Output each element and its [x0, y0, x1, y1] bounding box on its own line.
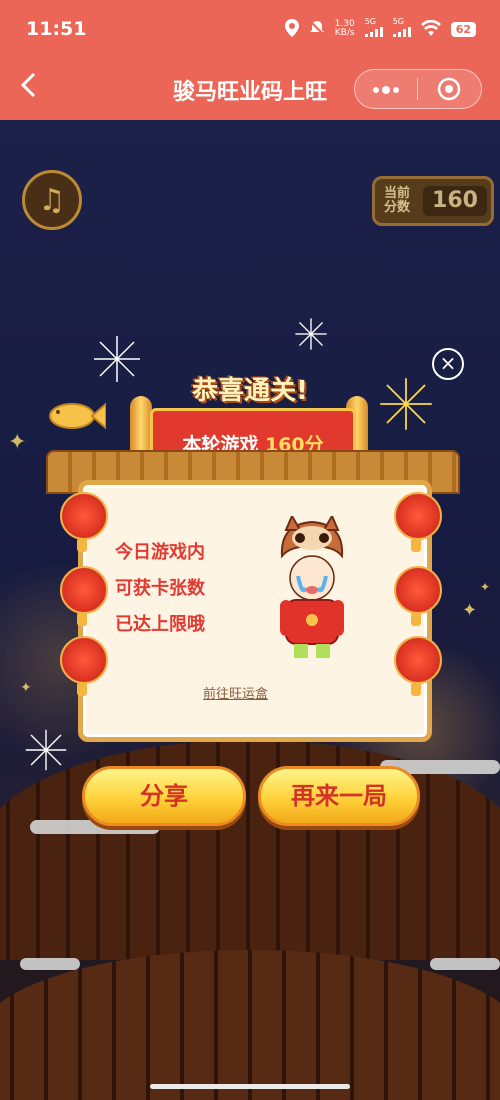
result-card: 今日游戏内 可获卡张数 已达上限哦 前往旺运盒 — [78, 480, 432, 742]
more-dots-icon — [373, 86, 399, 94]
status-time: 11:51 — [26, 18, 87, 40]
mini-program-titlebar: 骏马旺业码上旺 — [0, 58, 500, 120]
battery-level: 62 — [450, 21, 476, 37]
lantern-icon — [60, 566, 108, 614]
message-line: 可获卡张数 — [115, 578, 205, 599]
share-button[interactable]: 分享 — [82, 766, 246, 826]
location-icon — [284, 18, 299, 40]
message-line: 已达上限哦 — [115, 614, 205, 635]
lantern-tassel — [411, 682, 421, 696]
lantern-tassel — [77, 682, 87, 696]
signal-icon: 5G — [364, 17, 383, 40]
horse-mascot-icon — [280, 516, 344, 658]
menu-capsule — [354, 69, 482, 109]
more-button[interactable] — [355, 74, 417, 104]
go-to-lucky-box-link[interactable]: 前往旺运盒 — [203, 683, 268, 702]
firework-icon — [25, 729, 67, 771]
status-icons: 1.30 KB/s 5G 5G 62 — [284, 17, 476, 40]
lantern-icon — [394, 636, 442, 684]
mute-bell-icon — [308, 19, 325, 39]
lantern-icon — [394, 492, 442, 540]
lantern-icon — [394, 566, 442, 614]
net-speed-unit: KB/s — [334, 28, 355, 38]
play-again-button[interactable]: 再来一局 — [258, 766, 420, 826]
signal-icon: 5G — [392, 17, 411, 40]
signal-2-label: 5G — [392, 17, 404, 26]
status-bar: 11:51 1.30 KB/s 5G 5G 62 — [0, 0, 500, 58]
target-circle-icon — [437, 77, 461, 101]
lantern-icon — [60, 636, 108, 684]
lantern-icon — [60, 492, 108, 540]
lantern-tassel — [77, 538, 87, 552]
net-speed: 1.30 KB/s — [335, 20, 355, 38]
lantern-tassel — [411, 538, 421, 552]
wifi-icon — [420, 19, 441, 39]
congrats-title: 恭喜通关! — [192, 376, 308, 406]
message-line: 今日游戏内 — [115, 542, 205, 563]
limit-message: 今日游戏内 可获卡张数 已达上限哦 — [115, 535, 205, 643]
home-indicator[interactable] — [150, 1084, 350, 1089]
lantern-tassel — [77, 612, 87, 626]
exit-miniprogram-button[interactable] — [418, 76, 480, 102]
lantern-tassel — [411, 612, 421, 626]
signal-1-label: 5G — [364, 17, 376, 26]
firework-icon — [295, 318, 327, 350]
